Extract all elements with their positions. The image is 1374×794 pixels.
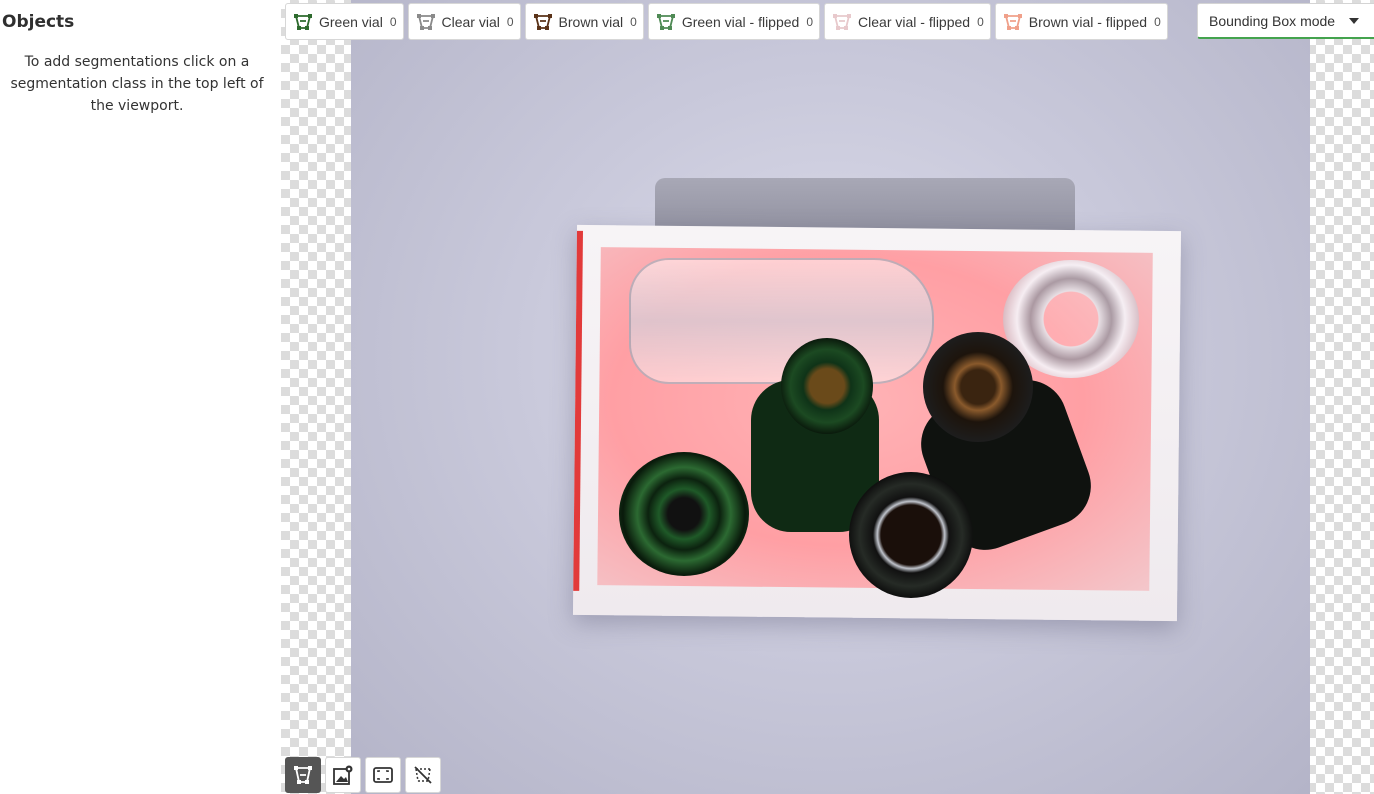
chevron-down-icon bbox=[1349, 17, 1360, 24]
class-button-green-vial-flipped[interactable]: Green vial - flipped 0 bbox=[647, 3, 821, 40]
bounding-box-icon bbox=[294, 766, 312, 784]
annotation-mode-dropdown[interactable]: Bounding Box mode bbox=[1197, 3, 1374, 39]
objects-empty-hint: To add segmentations click on a segmenta… bbox=[10, 54, 264, 114]
class-button-brown-vial-flipped[interactable]: Brown vial - flipped 0 bbox=[994, 3, 1168, 40]
class-label: Brown vial bbox=[558, 13, 624, 30]
class-label: Clear vial bbox=[441, 13, 500, 30]
class-button-brown-vial[interactable]: Brown vial 0 bbox=[524, 3, 644, 40]
viewport-tools bbox=[285, 757, 441, 793]
annotation-viewport[interactable] bbox=[281, 0, 1374, 794]
bounding-box-icon bbox=[1003, 13, 1022, 30]
class-count: 0 bbox=[977, 14, 984, 29]
class-label: Green vial - flipped bbox=[681, 13, 800, 30]
class-count: 0 bbox=[506, 14, 514, 29]
segmentation-class-toolbar: Green vial 0 Clear vial 0 Brown vial 0 G… bbox=[285, 3, 1168, 40]
class-label: Clear vial - flipped bbox=[858, 13, 971, 30]
hide-annotations-button[interactable] bbox=[405, 757, 441, 793]
image-settings-icon bbox=[333, 765, 353, 785]
fit-viewport-icon bbox=[373, 767, 393, 783]
bounding-box-icon bbox=[294, 13, 312, 30]
class-count: 0 bbox=[806, 14, 814, 29]
class-label: Brown vial - flipped bbox=[1028, 13, 1148, 30]
class-button-clear-vial[interactable]: Clear vial 0 bbox=[407, 3, 521, 40]
brown-vial-right bbox=[923, 332, 1033, 442]
class-count: 0 bbox=[630, 14, 637, 29]
bounding-box-icon bbox=[533, 13, 552, 30]
bounding-box-tool-button[interactable] bbox=[285, 757, 321, 793]
hide-annotations-icon bbox=[414, 766, 432, 784]
class-count: 0 bbox=[389, 14, 397, 29]
green-vial-left bbox=[619, 452, 749, 576]
objects-title: Objects bbox=[2, 12, 75, 32]
bounding-box-icon bbox=[416, 13, 435, 30]
mode-selected-label: Bounding Box mode bbox=[1209, 12, 1336, 29]
dark-vial-bottom bbox=[849, 472, 973, 598]
class-label: Green vial bbox=[319, 13, 383, 30]
objects-sidebar: Objects To add segmentations click on a … bbox=[0, 0, 281, 794]
image-settings-button[interactable] bbox=[325, 757, 361, 793]
class-button-clear-vial-flipped[interactable]: Clear vial - flipped 0 bbox=[824, 3, 991, 40]
class-count: 0 bbox=[1154, 14, 1161, 29]
class-button-green-vial[interactable]: Green vial 0 bbox=[285, 3, 404, 40]
green-vial-center bbox=[781, 338, 873, 434]
bounding-box-icon bbox=[833, 13, 852, 30]
bounding-box-icon bbox=[656, 13, 675, 30]
fit-viewport-button[interactable] bbox=[365, 757, 401, 793]
clear-vial-lying bbox=[629, 258, 934, 384]
vial-box-image[interactable] bbox=[351, 0, 1310, 794]
annotation-app: Objects To add segmentations click on a … bbox=[0, 0, 1374, 794]
